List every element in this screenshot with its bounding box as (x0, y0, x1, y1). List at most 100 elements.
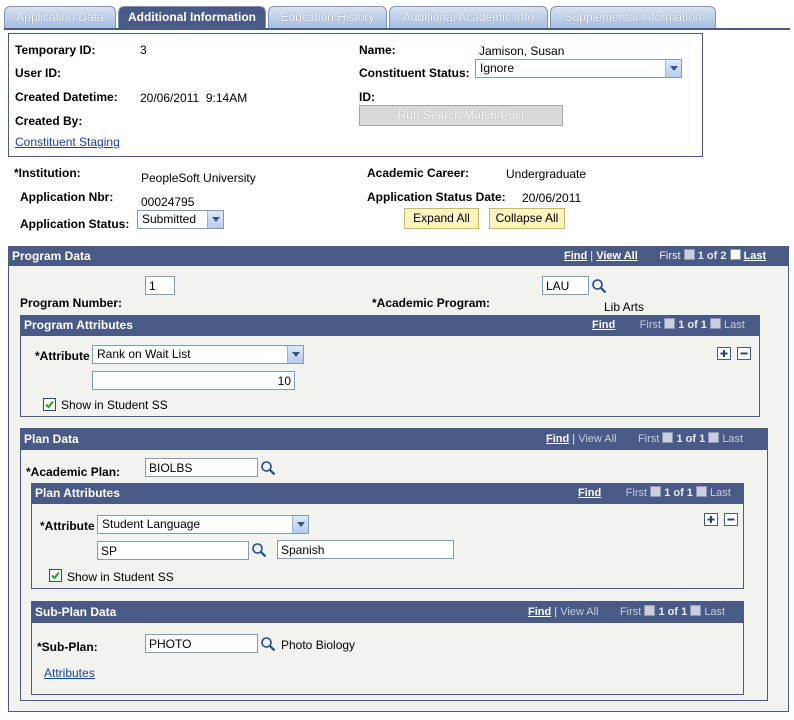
add-row-button[interactable] (717, 347, 731, 360)
plan-attributes-title: Plan Attributes (35, 486, 120, 500)
program-number-input[interactable] (145, 276, 175, 295)
subplan-data-nav: Find | View All First 1 of 1 Last (528, 601, 725, 623)
tab-education-history[interactable]: Education History (268, 6, 387, 28)
plan-attribute-select[interactable]: Student Language (97, 515, 309, 534)
plan-attribute-label: *Attribute (40, 519, 95, 533)
plan-attributes-header: Plan Attributes Find First 1 of 1 Last (31, 483, 744, 504)
plus-icon (707, 516, 715, 523)
arrow-right-icon[interactable] (729, 249, 741, 260)
application-status-select[interactable]: Submitted (137, 210, 224, 229)
program-last-link[interactable]: Last (744, 250, 767, 262)
program-show-in-ss-checkbox[interactable] (43, 398, 56, 411)
tab-application-data[interactable]: Application Data (4, 6, 116, 28)
name-value: Jamison, Susan (479, 44, 565, 58)
program-row-count: 1 of 2 (697, 250, 727, 262)
magnifier-icon[interactable] (260, 460, 276, 476)
arrow-right-icon (708, 432, 720, 443)
program-data-title: Program Data (12, 249, 91, 263)
program-show-in-ss-label: Show in Student SS (61, 398, 168, 412)
plan-data-header: Plan Data Find | View All First 1 of 1 L… (20, 428, 768, 450)
constituent-status-label: Constituent Status: (359, 66, 470, 80)
add-row-button[interactable] (704, 513, 718, 526)
last-label: Last (724, 319, 745, 331)
academic-program-input[interactable] (542, 276, 589, 295)
program-first-label: First (659, 250, 681, 262)
run-search-match-post-button[interactable]: Run Search/Match/Post (359, 105, 563, 126)
tab-additional-academic-info[interactable]: Additional Academic Info (389, 6, 548, 28)
temporary-id-label: Temporary ID: (15, 43, 96, 57)
subplan-input[interactable] (145, 634, 258, 653)
program-attributes-count: 1 of 1 (678, 319, 707, 331)
program-attributes-find-link[interactable]: Find (592, 319, 615, 331)
academic-plan-input[interactable] (145, 458, 258, 477)
id-label: ID: (359, 90, 375, 104)
program-attribute-label: *Attribute (35, 349, 90, 363)
name-label: Name: (359, 43, 396, 57)
last-label: Last (722, 433, 744, 445)
subplan-view-all-label: View All (560, 606, 599, 618)
plan-attribute-value: Student Language (102, 517, 201, 531)
program-attribute-select[interactable]: Rank on Wait List (92, 345, 304, 364)
program-view-all-link[interactable]: View All (596, 250, 638, 262)
checkmark-icon (45, 400, 54, 409)
plus-icon (720, 350, 728, 357)
chevron-down-icon (287, 346, 303, 363)
chevron-down-icon (207, 211, 223, 228)
program-find-link[interactable]: Find (564, 250, 587, 262)
plan-attributes-nav: Find First 1 of 1 Last (578, 483, 731, 503)
delete-row-button[interactable] (724, 513, 738, 526)
tab-underline (4, 28, 790, 30)
plan-show-in-ss-label: Show in Student SS (67, 570, 174, 584)
plan-show-in-ss-checkbox[interactable] (49, 569, 62, 582)
first-label: First (639, 319, 662, 331)
magnifier-icon[interactable] (260, 636, 276, 652)
program-data-nav: Find | View All First 1 of 2 Last (564, 246, 766, 266)
delete-row-button[interactable] (737, 347, 751, 360)
arrow-left-icon (662, 432, 674, 443)
created-datetime-label: Created Datetime: (15, 90, 118, 104)
arrow-left-icon (644, 605, 656, 616)
arrow-right-icon (695, 486, 707, 497)
program-attribute-value-input[interactable] (92, 371, 295, 390)
program-attribute-value: Rank on Wait List (97, 347, 191, 361)
nav-separator: | (572, 433, 576, 445)
plan-attribute-value-input[interactable] (97, 541, 249, 560)
attributes-link[interactable]: Attributes (44, 666, 95, 680)
magnifier-icon[interactable] (591, 278, 607, 294)
program-attributes-nav: Find First 1 of 1 Last (592, 315, 745, 335)
program-number-label: Program Number: (20, 296, 123, 310)
application-status-date-label: Application Status Date: (367, 190, 506, 204)
collapse-all-button[interactable]: Collapse All (489, 208, 565, 229)
chevron-down-icon (292, 516, 308, 533)
constituent-staging-link[interactable]: Constituent Staging (15, 135, 120, 149)
constituent-status-select[interactable]: Ignore (475, 59, 682, 78)
subplan-data-title: Sub-Plan Data (35, 605, 117, 619)
nav-separator: | (554, 606, 558, 618)
application-status-value: Submitted (142, 212, 197, 226)
application-nbr-label: Application Nbr: (20, 190, 114, 204)
subplan-find-link[interactable]: Find (528, 606, 551, 618)
program-attributes-title: Program Attributes (24, 318, 133, 332)
academic-plan-label: *Academic Plan: (26, 465, 121, 479)
chevron-down-icon (665, 60, 681, 77)
application-nbr-value: 00024795 (141, 195, 195, 209)
plan-attributes-find-link[interactable]: Find (578, 487, 601, 499)
user-id-label: User ID: (15, 66, 62, 80)
nav-separator: | (590, 250, 594, 262)
tab-additional-information[interactable]: Additional Information (118, 6, 266, 28)
tab-supplemental-information[interactable]: Supplemental Information (550, 6, 716, 28)
application-status-date-value: 20/06/2011 (522, 191, 582, 205)
application-status-label: Application Status: (20, 217, 130, 231)
arrow-left-icon[interactable] (683, 249, 695, 260)
last-label: Last (704, 606, 726, 618)
subplan-count: 1 of 1 (658, 606, 688, 618)
academic-program-desc: Lib Arts (604, 300, 645, 314)
expand-all-button[interactable]: Expand All (404, 208, 479, 229)
temporary-id-value: 3 (140, 43, 147, 57)
created-datetime-value: 20/06/2011 9:14AM (140, 91, 248, 105)
plan-view-all-label: View All (578, 433, 617, 445)
checkmark-icon (51, 571, 60, 580)
plan-find-link[interactable]: Find (546, 433, 569, 445)
created-by-label: Created By: (15, 114, 83, 128)
magnifier-icon[interactable] (251, 542, 267, 558)
